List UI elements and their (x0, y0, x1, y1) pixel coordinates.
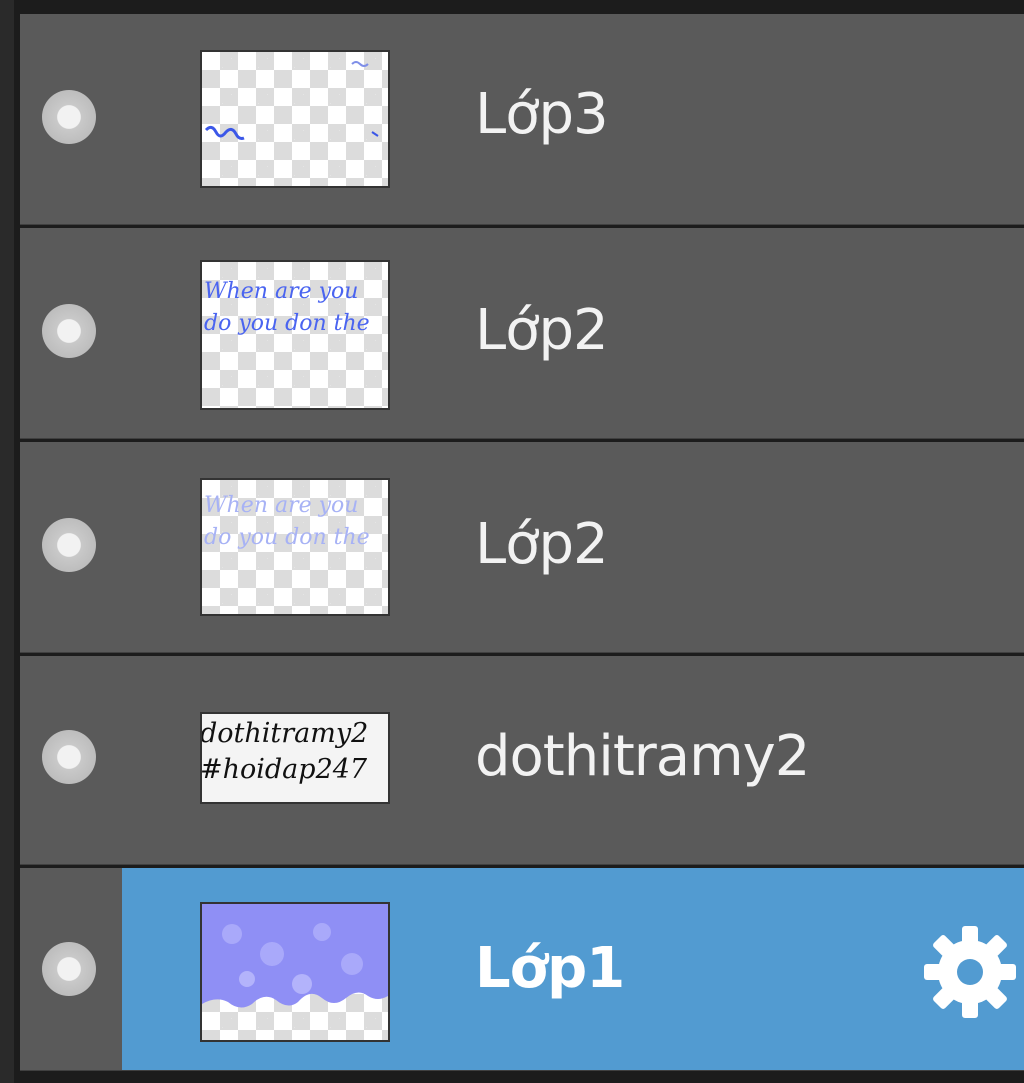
visibility-column (20, 442, 120, 652)
visibility-toggle-icon[interactable] (42, 942, 96, 996)
layer-name: Lớp2 (475, 512, 609, 577)
thumbnail-text-line: #hoidap247 (200, 754, 368, 785)
gear-icon[interactable] (922, 924, 1018, 1020)
thumbnail-text-line: do you don the (204, 311, 370, 336)
layer-name: Lớp3 (475, 82, 609, 147)
visibility-column (20, 656, 120, 864)
thumbnail-text-line: When are you (204, 493, 359, 518)
layer-row[interactable]: Lớp3 (20, 14, 1024, 225)
visibility-column (20, 14, 120, 224)
layer-name: Lớp2 (475, 298, 609, 363)
layer-thumbnail (200, 50, 390, 188)
layer-thumbnail: When are you do you don the (200, 478, 390, 616)
visibility-toggle-icon[interactable] (42, 90, 96, 144)
visibility-toggle-icon[interactable] (42, 518, 96, 572)
layer-row[interactable]: When are you do you don the Lớp2 (20, 228, 1024, 439)
visibility-column (20, 228, 120, 438)
visibility-toggle-icon[interactable] (42, 304, 96, 358)
thumbnail-text-line: When are you (204, 279, 359, 304)
layer-row[interactable]: dothitramy2 #hoidap247 dothitramy2 (20, 656, 1024, 865)
layer-thumbnail: When are you do you don the (200, 260, 390, 410)
panel-left-edge (0, 0, 14, 1083)
layer-row[interactable]: When are you do you don the Lớp2 (20, 442, 1024, 653)
visibility-column (20, 868, 120, 1070)
layer-name: dothitramy2 (475, 724, 810, 789)
layer-row-selected[interactable]: Lớp1 (20, 868, 1024, 1071)
layer-thumbnail (200, 902, 390, 1042)
purple-fill-thumbnail-graphic (202, 904, 388, 1008)
visibility-toggle-icon[interactable] (42, 730, 96, 784)
layer-name: Lớp1 (475, 936, 625, 1001)
layers-panel: Lớp3 When are you do you don the Lớp2 Wh… (0, 0, 1024, 1083)
layer-thumbnail: dothitramy2 #hoidap247 (200, 712, 390, 804)
scribble-thumbnail-graphic (204, 61, 379, 140)
thumbnail-text-line: do you don the (204, 525, 370, 550)
thumbnail-text-line: dothitramy2 (200, 718, 369, 749)
